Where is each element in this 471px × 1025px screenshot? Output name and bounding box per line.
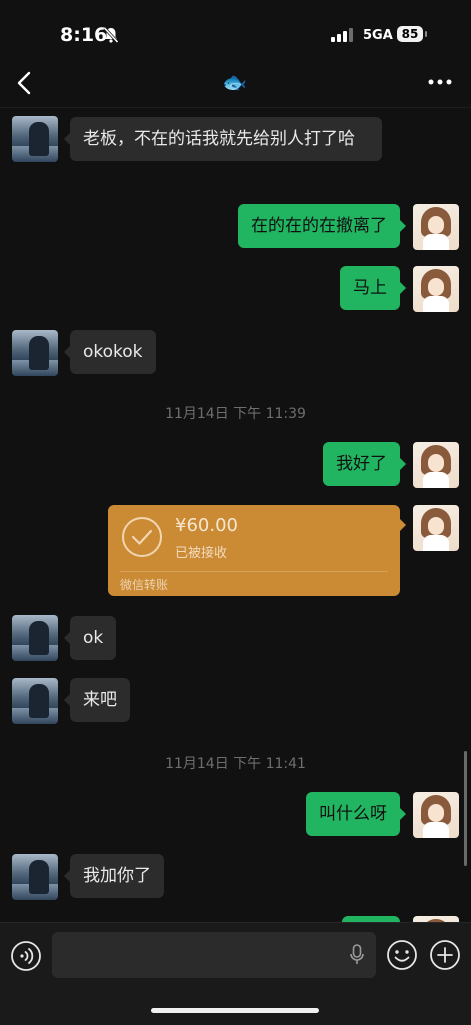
battery-icon: 85 [397,26,423,42]
emoji-icon[interactable] [386,939,418,971]
network-label: 5GA [363,28,393,43]
message-bubble-received[interactable]: ok [63,616,117,660]
message-bubble-sent[interactable]: 我好了 [323,442,406,486]
self-avatar[interactable] [413,204,459,250]
contact-avatar[interactable] [12,330,58,376]
microphone-icon[interactable] [349,944,365,966]
self-avatar[interactable] [413,505,459,551]
transfer-status: 已被接收 [175,546,228,561]
contact-avatar[interactable] [12,854,58,900]
contact-avatar[interactable] [12,116,58,162]
battery-level: 85 [401,27,419,41]
message-bubble-received[interactable]: 老板，不在的话我就先给别人打了哈 [64,117,382,161]
self-avatar[interactable] [413,792,459,838]
message-bubble-received[interactable]: okokok [64,330,156,374]
status-bar: 8:16 5GA 85 [0,0,471,60]
voice-toggle-icon[interactable] [10,940,42,972]
home-indicator[interactable] [151,1008,319,1013]
transfer-card[interactable]: ¥60.00 已被接收 微信转账 [108,505,406,596]
message-bubble-sent[interactable]: 马上 [340,266,406,310]
chat-area[interactable]: 老板，不在的话我就先给别人打了哈 在的在的在撤离了 马上 okokok 11月1… [0,108,471,922]
message-bubble-received[interactable]: 来吧 [64,678,130,722]
message-bubble-sent[interactable]: 叫什么呀 [306,792,406,836]
message-bubble-sent[interactable]: 在的在的在撤离了 [238,204,406,248]
nav-bar: 🐟 [0,60,471,108]
more-icon[interactable] [428,78,452,86]
transfer-amount: ¥60.00 [175,515,238,536]
contact-avatar[interactable] [12,678,58,724]
plus-icon[interactable] [429,939,461,971]
scrollbar[interactable] [464,751,467,866]
timestamp: 11月14日 下午 11:39 [165,406,306,422]
status-time: 8:16 [60,24,108,46]
self-avatar[interactable] [413,442,459,488]
timestamp: 11月14日 下午 11:41 [165,756,306,772]
back-icon[interactable] [14,70,36,96]
check-circle-icon [122,517,162,557]
message-input[interactable] [52,932,376,978]
self-avatar[interactable] [413,266,459,312]
transfer-label: 微信转账 [120,578,169,592]
message-bubble-received[interactable]: 我加你了 [64,854,164,898]
chat-title-fish: 🐟 [222,70,247,94]
bell-muted-icon [103,26,119,44]
contact-avatar[interactable] [12,615,58,661]
divider [120,571,388,572]
signal-icon [331,28,353,42]
battery-tip [425,31,427,37]
